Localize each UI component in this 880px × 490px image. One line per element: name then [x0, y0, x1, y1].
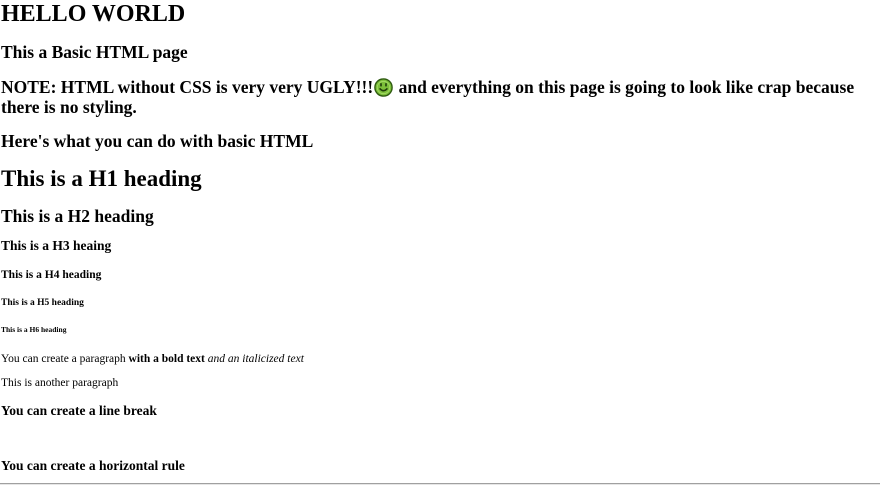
paragraph-bold-text: with a bold text — [128, 353, 205, 365]
page-subtitle: This a Basic HTML page — [1, 42, 188, 62]
h3-heading: This is a H3 heaing — [1, 238, 112, 253]
page: HELLO WORLD This a Basic HTML page NOTE:… — [0, 0, 880, 490]
h1-heading: This is a H1 heading — [1, 166, 202, 191]
paragraph-formatted: You can create a paragraph with a bold t… — [1, 352, 304, 366]
h4-heading: This is a H4 heading — [1, 269, 102, 281]
h2-heading: This is a H2 heading — [1, 206, 154, 226]
line-break-heading: You can create a line break — [1, 403, 157, 418]
h5-heading: This is a H5 heading — [1, 298, 84, 308]
h6-heading: This is a H6 heading — [1, 325, 67, 334]
horizontal-rule-heading: You can create a horizontal rule — [1, 458, 185, 473]
note-heading: NOTE: HTML without CSS is very very UGLY… — [1, 77, 879, 117]
green-smiley-icon — [374, 78, 394, 97]
paragraph-italic-text: and an italicized text — [204, 353, 304, 365]
page-title: HELLO WORLD — [1, 1, 186, 27]
paragraph-plain-text: You can create a paragraph — [1, 353, 129, 365]
paragraph-another: This is another paragraph — [1, 377, 119, 389]
intro-heading: Here's what you can do with basic HTML — [1, 131, 314, 151]
note-text-before: NOTE: HTML without CSS is very very UGLY… — [1, 77, 374, 97]
horizontal-rule — [0, 483, 880, 485]
